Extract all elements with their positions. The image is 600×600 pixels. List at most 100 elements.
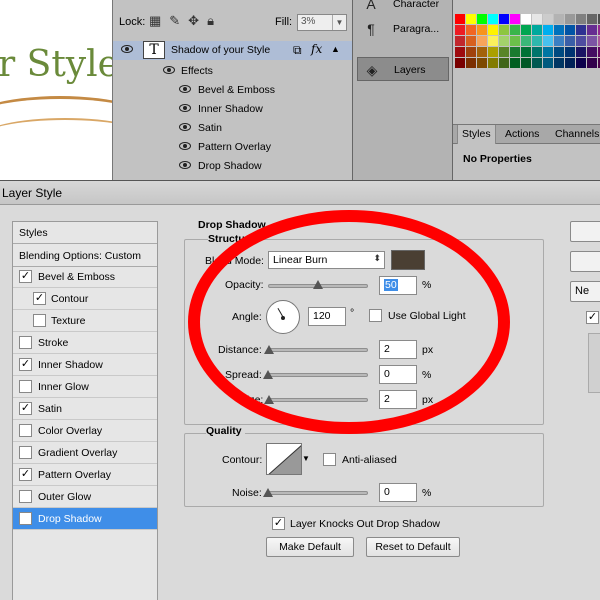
color-swatch[interactable] [521,36,531,46]
color-swatch[interactable] [510,58,520,68]
color-swatch[interactable] [565,25,575,35]
color-swatch[interactable] [521,47,531,57]
color-swatch[interactable] [510,25,520,35]
color-swatch[interactable] [488,47,498,57]
angle-input[interactable]: 120 [308,307,346,326]
make-default-button[interactable]: Make Default [266,537,354,557]
color-swatch[interactable] [543,25,553,35]
spread-input[interactable]: 0 [379,365,417,384]
effects-row[interactable]: Effects [113,62,353,81]
anti-aliased-checkbox[interactable] [323,453,336,466]
eye-icon[interactable] [179,142,191,150]
color-swatch[interactable] [543,36,553,46]
spread-slider-track[interactable] [268,373,368,377]
style-item[interactable]: Stroke [13,332,157,354]
shadow-color-swatch[interactable] [391,250,425,270]
effect-row[interactable]: Drop Shadow [113,157,353,176]
style-checkbox[interactable] [19,336,32,349]
color-swatch[interactable] [466,47,476,57]
distance-slider-thumb[interactable] [264,345,274,354]
color-swatch[interactable] [565,47,575,57]
lock-options-icon[interactable]: ▦✎✥🔒︎ [149,13,222,29]
eye-icon[interactable] [179,161,191,169]
chevron-up-icon[interactable]: ▲ [331,44,340,54]
effect-row[interactable]: Bevel & Emboss [113,81,353,100]
opacity-slider-thumb[interactable] [313,280,323,289]
color-swatch[interactable] [510,47,520,57]
color-swatch[interactable] [554,36,564,46]
effect-row[interactable]: Satin [113,119,353,138]
color-swatch[interactable] [532,47,542,57]
color-swatch[interactable] [477,25,487,35]
color-swatch[interactable] [576,14,586,24]
color-swatch[interactable] [510,14,520,24]
color-swatch[interactable] [532,25,542,35]
color-swatch[interactable] [488,14,498,24]
color-swatch[interactable] [466,25,476,35]
style-item[interactable]: Texture [13,310,157,332]
color-swatch[interactable] [543,58,553,68]
chevron-down-icon[interactable]: ▼ [302,443,310,475]
style-checkbox[interactable]: ✓ [19,402,32,415]
distance-input[interactable]: 2 [379,340,417,359]
opacity-input[interactable]: 50 [379,276,417,295]
style-item[interactable]: ✓ Drop Shadow [13,508,157,530]
style-checkbox[interactable]: ✓ [19,270,32,283]
styles-header[interactable]: Styles [13,222,157,244]
color-swatch[interactable] [521,14,531,24]
color-swatch[interactable] [499,58,509,68]
color-swatch[interactable] [565,14,575,24]
noise-slider-track[interactable] [268,491,368,495]
style-checkbox[interactable]: ✓ [19,358,32,371]
style-checkbox[interactable] [19,380,32,393]
eye-icon[interactable] [179,123,191,131]
blend-mode-select[interactable]: Linear Burn ⬍ [268,251,385,269]
color-swatch[interactable] [587,25,597,35]
style-item[interactable]: ✓ Inner Shadow [13,354,157,376]
color-swatch[interactable] [543,47,553,57]
color-swatch[interactable] [554,25,564,35]
color-swatch[interactable] [499,36,509,46]
effect-row[interactable]: Pattern Overlay [113,138,353,157]
color-swatch[interactable] [532,36,542,46]
color-swatch[interactable] [521,58,531,68]
eye-icon[interactable] [179,104,191,112]
style-checkbox[interactable] [19,490,32,503]
eye-icon[interactable] [163,66,175,74]
style-item[interactable]: ✓ Bevel & Emboss [13,266,157,288]
style-checkbox[interactable] [33,314,46,327]
color-swatch[interactable] [543,14,553,24]
color-swatch[interactable] [532,14,542,24]
color-swatch[interactable] [576,36,586,46]
style-item[interactable]: Color Overlay [13,420,157,442]
paragraph-panel-button[interactable]: ¶ Paragra... [357,17,449,41]
eye-icon[interactable] [179,85,191,93]
style-item[interactable]: ✓ Contour [13,288,157,310]
color-swatch[interactable] [499,14,509,24]
color-swatch[interactable] [455,25,465,35]
new-style-button[interactable]: Ne [570,281,600,302]
preview-checkbox[interactable]: ✓ [586,311,599,324]
color-swatch[interactable] [488,25,498,35]
color-swatch[interactable] [587,36,597,46]
color-swatch[interactable] [576,58,586,68]
color-swatch[interactable] [455,58,465,68]
size-input[interactable]: 2 [379,390,417,409]
color-swatch[interactable] [510,36,520,46]
blending-options-item[interactable]: Blending Options: Custom [13,245,157,267]
style-item[interactable]: Gradient Overlay [13,442,157,464]
style-checkbox[interactable]: ✓ [33,292,46,305]
style-item[interactable]: ✓ Pattern Overlay [13,464,157,486]
tab-actions[interactable]: Actions [505,128,539,140]
color-swatch[interactable] [488,58,498,68]
style-checkbox[interactable]: ✓ [19,468,32,481]
tab-channels[interactable]: Channels [555,128,599,140]
color-swatch[interactable] [477,14,487,24]
layers-panel-button[interactable]: ◈ Layers [357,57,449,81]
color-swatch[interactable] [477,58,487,68]
color-swatch[interactable] [576,25,586,35]
style-checkbox[interactable] [19,424,32,437]
color-swatch[interactable] [554,58,564,68]
color-swatch[interactable] [554,47,564,57]
color-swatch[interactable] [455,14,465,24]
